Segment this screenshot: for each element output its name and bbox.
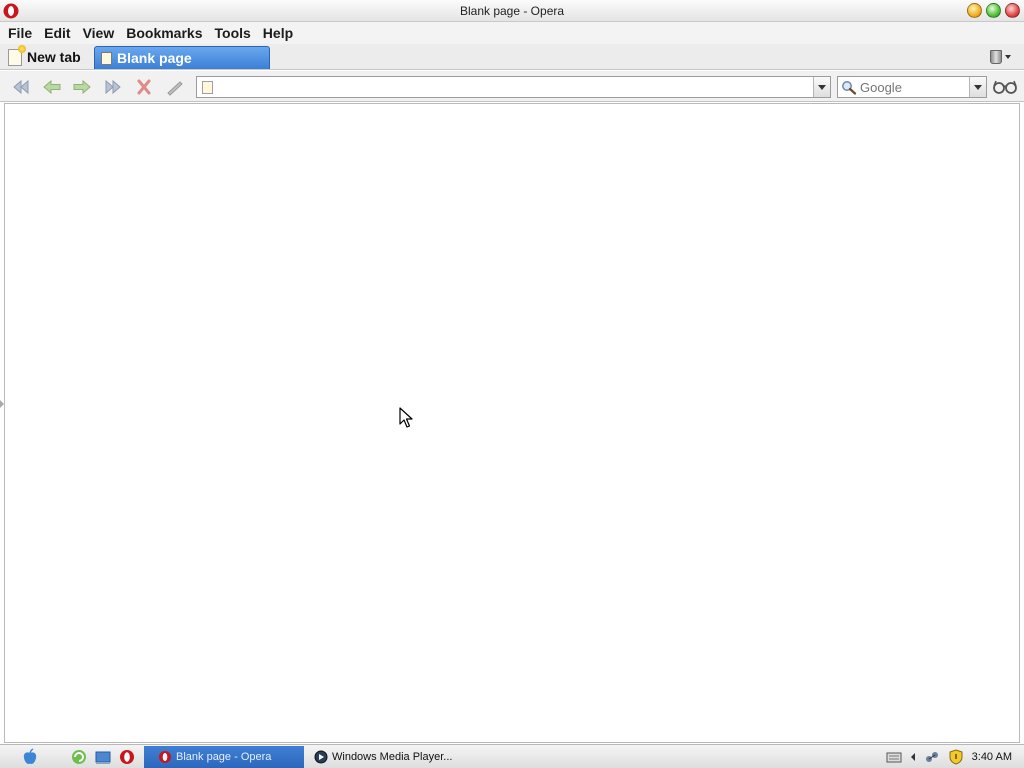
search-icon bbox=[842, 81, 857, 95]
stop-icon bbox=[137, 79, 151, 95]
search-input[interactable] bbox=[860, 78, 966, 96]
mouse-cursor-icon bbox=[399, 407, 413, 428]
stop-button[interactable] bbox=[133, 76, 155, 98]
maximize-button[interactable] bbox=[986, 3, 1001, 18]
trash-button[interactable] bbox=[990, 48, 1014, 66]
navigation-toolbar bbox=[0, 71, 1024, 102]
close-button[interactable] bbox=[1005, 3, 1020, 18]
search-engine-dropdown[interactable] bbox=[969, 77, 986, 97]
trash-icon bbox=[990, 50, 1002, 64]
search-box[interactable] bbox=[837, 76, 987, 98]
menu-bookmarks[interactable]: Bookmarks bbox=[122, 25, 210, 41]
opera-launch-icon[interactable] bbox=[118, 748, 136, 766]
page-icon bbox=[202, 81, 213, 94]
new-tab-button[interactable]: New tab bbox=[8, 44, 81, 67]
glasses-icon[interactable] bbox=[992, 78, 1018, 96]
opera-icon bbox=[159, 751, 171, 763]
edit-icon bbox=[167, 81, 183, 96]
page-icon bbox=[101, 51, 112, 65]
panel-toggle-handle[interactable] bbox=[0, 400, 4, 408]
new-tab-label: New tab bbox=[27, 49, 81, 65]
keyboard-icon[interactable] bbox=[886, 750, 902, 764]
taskbar-item-opera[interactable]: Blank page - Opera bbox=[144, 746, 304, 768]
chevron-left-icon[interactable] bbox=[910, 752, 916, 762]
page-content[interactable] bbox=[4, 103, 1020, 743]
tab-label: Blank page bbox=[117, 50, 192, 66]
menu-bar: File Edit View Bookmarks Tools Help bbox=[0, 22, 1024, 44]
window-title: Blank page - Opera bbox=[459, 4, 565, 18]
menu-help[interactable]: Help bbox=[259, 25, 301, 41]
taskbar: Blank page - Opera Windows Media Player.… bbox=[0, 744, 1024, 768]
clock[interactable]: 3:40 AM bbox=[972, 751, 1012, 763]
minimize-button[interactable] bbox=[967, 3, 982, 18]
taskbar-item-media-player[interactable]: Windows Media Player... bbox=[312, 746, 472, 768]
menu-tools[interactable]: Tools bbox=[211, 25, 259, 41]
refresh-app-icon[interactable] bbox=[70, 748, 88, 766]
chevron-down-icon bbox=[818, 84, 826, 90]
show-desktop-icon[interactable] bbox=[94, 748, 112, 766]
edit-button[interactable] bbox=[164, 76, 186, 98]
back-button[interactable] bbox=[41, 76, 63, 98]
system-tray: 3:40 AM bbox=[886, 746, 1024, 768]
menu-edit[interactable]: Edit bbox=[40, 25, 78, 41]
address-bar[interactable] bbox=[196, 76, 831, 98]
new-page-icon bbox=[8, 44, 26, 66]
task-label: Windows Media Player... bbox=[332, 751, 453, 763]
tab-blank-page[interactable]: Blank page bbox=[94, 46, 270, 69]
forward-icon bbox=[73, 79, 91, 95]
title-bar: Blank page - Opera bbox=[0, 0, 1024, 22]
back-icon bbox=[43, 79, 61, 95]
fast-forward-button[interactable] bbox=[102, 76, 124, 98]
rewind-icon bbox=[13, 79, 29, 95]
chevron-down-icon bbox=[1005, 55, 1011, 59]
chevron-down-icon bbox=[974, 84, 982, 90]
menu-view[interactable]: View bbox=[79, 25, 123, 41]
security-shield-icon[interactable] bbox=[948, 749, 964, 765]
address-input[interactable] bbox=[219, 78, 809, 96]
network-icon[interactable] bbox=[924, 749, 940, 765]
window-controls bbox=[967, 3, 1020, 18]
menu-file[interactable]: File bbox=[4, 25, 40, 41]
address-dropdown-button[interactable] bbox=[813, 77, 830, 97]
forward-button[interactable] bbox=[71, 76, 93, 98]
media-player-icon bbox=[314, 750, 328, 764]
task-label: Blank page - Opera bbox=[176, 751, 272, 763]
start-apple-icon[interactable] bbox=[21, 748, 39, 766]
rewind-button[interactable] bbox=[10, 76, 32, 98]
fast-forward-icon bbox=[105, 79, 121, 95]
